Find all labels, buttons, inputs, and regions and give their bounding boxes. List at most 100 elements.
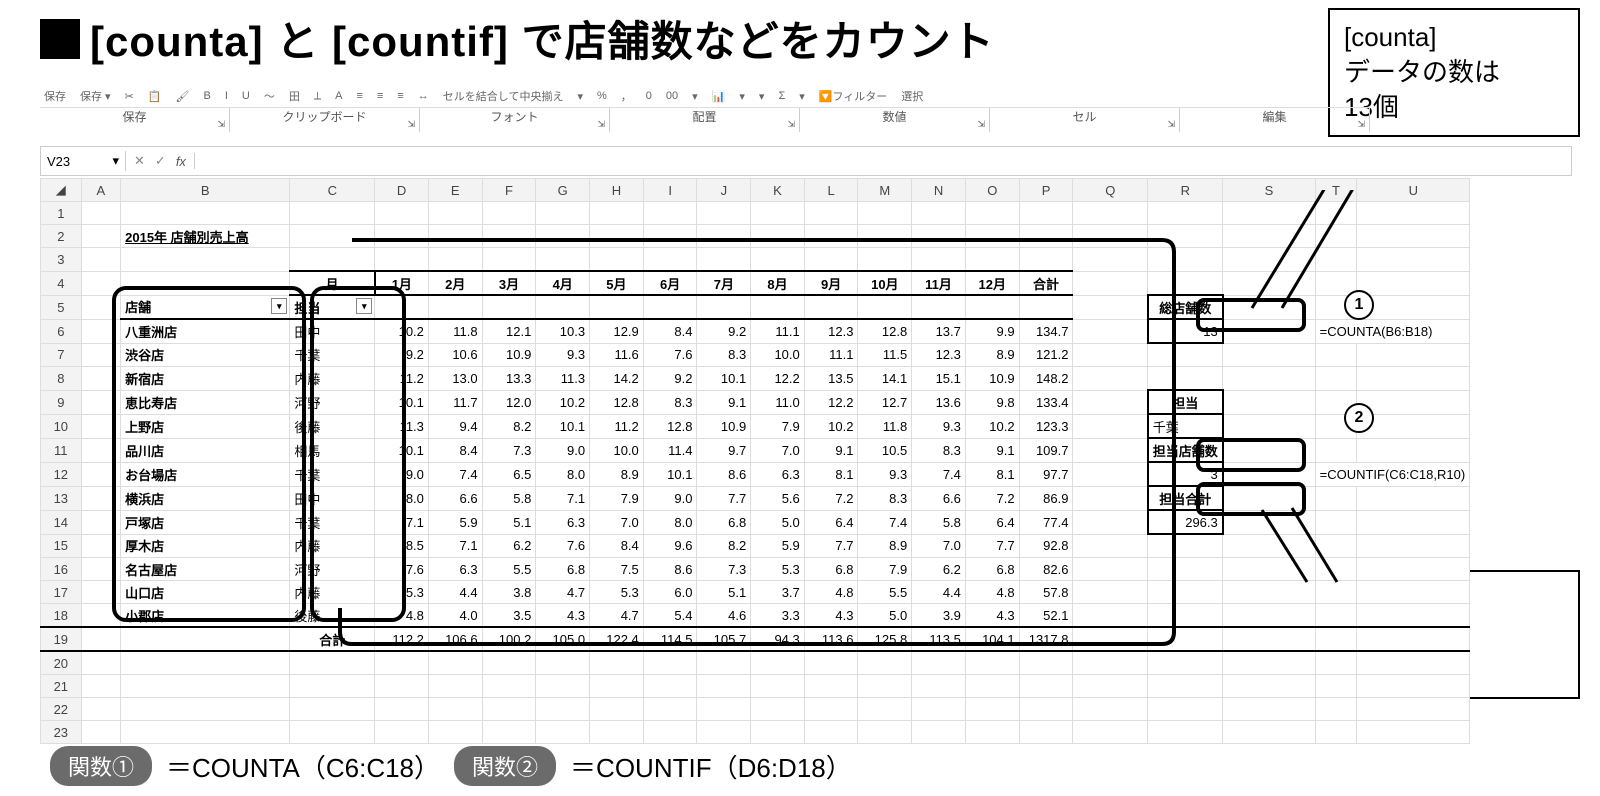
ribbon-button[interactable]: U — [238, 90, 254, 102]
data-cell[interactable]: 13.0 — [428, 367, 482, 391]
data-cell[interactable]: 11.1 — [751, 319, 805, 343]
row-header[interactable]: 15 — [41, 534, 82, 558]
store-name[interactable]: 恵比寿店 — [121, 390, 290, 414]
data-cell[interactable]: 11.7 — [428, 390, 482, 414]
formula-input[interactable] — [195, 152, 1571, 171]
row-total[interactable]: 134.7 — [1019, 319, 1073, 343]
ribbon-button[interactable]: ▾ — [573, 90, 587, 103]
staff-name[interactable]: 内藤 — [290, 367, 375, 391]
cell[interactable] — [290, 721, 375, 744]
cell[interactable] — [590, 675, 644, 698]
cell[interactable] — [1148, 698, 1223, 721]
col-header[interactable]: H — [590, 179, 644, 202]
data-cell[interactable]: 11.3 — [536, 367, 590, 391]
cell[interactable] — [121, 248, 290, 272]
name-box[interactable]: V23 ▾ — [41, 151, 126, 171]
cell[interactable] — [1315, 248, 1357, 272]
ribbon-button[interactable]: A — [331, 90, 346, 102]
ribbon-button[interactable]: 00 — [662, 90, 682, 102]
hdr-month-col[interactable]: 10月 — [858, 271, 912, 295]
data-cell[interactable]: 13.5 — [804, 367, 858, 391]
data-cell[interactable]: 12.2 — [804, 390, 858, 414]
cell[interactable] — [81, 651, 121, 675]
cell[interactable] — [428, 225, 482, 248]
ribbon-button[interactable]: I — [221, 90, 232, 102]
data-cell[interactable]: 5.6 — [751, 486, 805, 510]
ribbon-button[interactable]: 🖌 — [172, 90, 194, 103]
cell[interactable] — [1073, 698, 1148, 721]
dialog-launcher-icon[interactable]: ⇲ — [597, 119, 605, 130]
staff-name[interactable]: 田中 — [290, 319, 375, 343]
row-header[interactable]: 14 — [41, 510, 82, 534]
hdr-month-col[interactable]: 3月 — [482, 271, 536, 295]
data-cell[interactable]: 6.8 — [697, 510, 751, 534]
ribbon-button[interactable]: 保存 — [40, 88, 70, 104]
accept-icon[interactable]: ✓ — [155, 153, 166, 169]
cell[interactable] — [428, 651, 482, 675]
data-cell[interactable]: 7.4 — [428, 462, 482, 486]
cell[interactable] — [751, 225, 805, 248]
cell[interactable] — [1223, 721, 1315, 744]
data-cell[interactable]: 8.3 — [643, 390, 697, 414]
data-cell[interactable]: 4.8 — [375, 604, 429, 628]
col-header[interactable]: P — [1019, 179, 1073, 202]
data-cell[interactable]: 9.4 — [428, 414, 482, 438]
ribbon-button[interactable]: ▾ — [795, 90, 809, 103]
data-cell[interactable]: 9.1 — [804, 438, 858, 462]
data-cell[interactable]: 4.7 — [590, 604, 644, 628]
data-cell[interactable]: 9.0 — [375, 462, 429, 486]
col-header[interactable]: B — [121, 179, 290, 202]
hdr-month-col[interactable]: 6月 — [643, 271, 697, 295]
cell[interactable] — [428, 248, 482, 272]
cell[interactable] — [965, 248, 1019, 272]
data-cell[interactable]: 5.1 — [697, 581, 751, 604]
store-name[interactable]: 上野店 — [121, 414, 290, 438]
data-cell[interactable]: 11.4 — [643, 438, 697, 462]
ribbon-button[interactable]: 0 — [642, 90, 656, 102]
cell[interactable] — [121, 651, 290, 675]
ribbon-button[interactable]: 田 — [285, 88, 304, 104]
store-name[interactable]: 名古屋店 — [121, 558, 290, 581]
dialog-launcher-icon[interactable]: ⇲ — [977, 119, 985, 130]
data-cell[interactable]: 8.3 — [912, 438, 966, 462]
data-cell[interactable]: 4.3 — [536, 604, 590, 628]
col-header[interactable]: A — [81, 179, 121, 202]
data-cell[interactable]: 7.1 — [375, 510, 429, 534]
cell[interactable] — [965, 675, 1019, 698]
data-cell[interactable]: 11.3 — [375, 414, 429, 438]
col-header[interactable]: M — [858, 179, 912, 202]
dialog-launcher-icon[interactable]: ⇲ — [407, 119, 415, 130]
cell[interactable] — [1357, 651, 1470, 675]
row-header[interactable]: 17 — [41, 581, 82, 604]
ribbon-button[interactable]: ≡ — [353, 90, 367, 102]
cell[interactable] — [858, 721, 912, 744]
sheet-title[interactable]: 2015年 店舗別売上高 — [121, 225, 290, 248]
data-cell[interactable]: 5.9 — [428, 510, 482, 534]
col-header[interactable]: S — [1223, 179, 1315, 202]
cell[interactable] — [428, 202, 482, 225]
row-header[interactable]: 4 — [41, 271, 82, 295]
col-header[interactable]: C — [290, 179, 375, 202]
data-cell[interactable]: 7.9 — [751, 414, 805, 438]
cell[interactable] — [804, 675, 858, 698]
cell[interactable] — [804, 651, 858, 675]
ribbon-button[interactable]: 📊 — [708, 90, 730, 103]
sum-cell[interactable]: 112.2 — [375, 627, 429, 651]
side-staff-val[interactable]: 千葉 — [1148, 414, 1223, 438]
hdr-month-col[interactable]: 8月 — [751, 271, 805, 295]
row-total[interactable]: 86.9 — [1019, 486, 1073, 510]
data-cell[interactable]: 10.6 — [428, 343, 482, 367]
cell[interactable] — [1223, 202, 1315, 225]
cell[interactable] — [858, 651, 912, 675]
ribbon-button[interactable]: ， — [617, 88, 636, 104]
row-header[interactable]: 9 — [41, 390, 82, 414]
staff-name[interactable]: 千葉 — [290, 343, 375, 367]
ribbon-button[interactable]: % — [593, 90, 611, 102]
sum-cell[interactable]: 114.5 — [643, 627, 697, 651]
data-cell[interactable]: 10.1 — [375, 438, 429, 462]
cell[interactable] — [428, 721, 482, 744]
data-cell[interactable]: 4.0 — [428, 604, 482, 628]
hdr-month-col[interactable]: 7月 — [697, 271, 751, 295]
data-cell[interactable]: 7.6 — [375, 558, 429, 581]
data-cell[interactable]: 4.8 — [965, 581, 1019, 604]
